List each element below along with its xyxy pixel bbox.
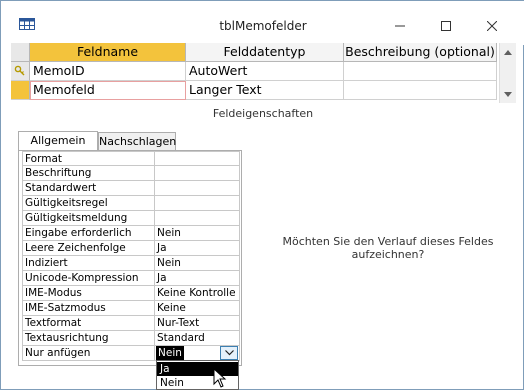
- maximize-button[interactable]: [423, 11, 469, 41]
- header-description[interactable]: Beschreibung (optional): [344, 43, 497, 62]
- append-only-select[interactable]: Nein: [156, 346, 239, 361]
- property-row[interactable]: Leere Zeichenfolge Ja: [22, 241, 240, 256]
- property-row[interactable]: IME-Satzmodus Keine: [22, 301, 240, 316]
- header-field-name[interactable]: Feldname: [30, 43, 186, 62]
- property-value[interactable]: [154, 166, 240, 181]
- property-row[interactable]: Textausrichtung Standard: [22, 331, 240, 346]
- field-grid: Feldname Felddatentyp Beschreibung (opti…: [11, 43, 516, 103]
- cell-description[interactable]: [344, 62, 497, 81]
- minimize-button[interactable]: [377, 11, 423, 41]
- property-value[interactable]: Nein: [154, 226, 240, 241]
- property-row[interactable]: Unicode-Kompression Ja: [22, 271, 240, 286]
- property-row[interactable]: Gültigkeitsregel: [22, 196, 240, 211]
- property-row[interactable]: Eingabe erforderlich Nein: [22, 226, 240, 241]
- property-value[interactable]: Keine Kontrolle: [154, 286, 240, 301]
- grid-scrollbar[interactable]: [499, 43, 516, 103]
- property-label: Gültigkeitsmeldung: [22, 211, 154, 226]
- tab-general[interactable]: Allgemein: [18, 131, 98, 151]
- property-value[interactable]: [154, 151, 240, 166]
- minimize-icon: [395, 25, 405, 27]
- property-row[interactable]: Textformat Nur-Text: [22, 316, 240, 331]
- property-row[interactable]: Indiziert Nein: [22, 256, 240, 271]
- property-label: IME-Modus: [22, 286, 154, 301]
- close-button[interactable]: [469, 11, 515, 41]
- row-selector-memofeld[interactable]: [11, 81, 30, 100]
- append-only-value[interactable]: Nein: [156, 346, 184, 360]
- scroll-down-icon[interactable]: [500, 87, 516, 101]
- row-selector-memoid[interactable]: [11, 62, 30, 81]
- property-label: Eingabe erforderlich: [22, 226, 154, 241]
- property-value[interactable]: Ja: [154, 271, 240, 286]
- property-row[interactable]: Standardwert: [22, 181, 240, 196]
- property-label: Textformat: [22, 316, 154, 331]
- dropdown-button[interactable]: [220, 346, 238, 360]
- property-value[interactable]: [154, 181, 240, 196]
- chevron-down-icon: [224, 350, 234, 356]
- property-label: Gültigkeitsregel: [22, 196, 154, 211]
- property-row[interactable]: IME-Modus Keine Kontrolle: [22, 286, 240, 301]
- property-label: Leere Zeichenfolge: [22, 241, 154, 256]
- cell-field-name[interactable]: Memofeld: [30, 81, 186, 100]
- property-label: Standardwert: [22, 181, 154, 196]
- mouse-pointer-icon: [213, 368, 227, 388]
- property-label: Beschriftung: [22, 166, 154, 181]
- property-help-text: Möchten Sie den Verlauf dieses Feldes au…: [282, 235, 494, 261]
- cell-field-type[interactable]: Langer Text: [186, 81, 344, 100]
- close-icon: [487, 21, 497, 31]
- property-value[interactable]: Nein: [154, 256, 240, 271]
- property-value[interactable]: [154, 196, 240, 211]
- tab-lookup[interactable]: Nachschlagen: [98, 132, 176, 151]
- property-value[interactable]: Keine: [154, 301, 240, 316]
- cell-field-type[interactable]: AutoWert: [186, 62, 344, 81]
- property-label: Nur anfügen: [22, 346, 154, 361]
- property-row[interactable]: Gültigkeitsmeldung: [22, 211, 240, 226]
- property-row[interactable]: Format: [22, 151, 240, 166]
- maximize-icon: [441, 21, 451, 31]
- property-label: Textausrichtung: [22, 331, 154, 346]
- cell-description[interactable]: [344, 81, 497, 100]
- property-label: IME-Satzmodus: [22, 301, 154, 316]
- property-label: Indiziert: [22, 256, 154, 271]
- field-properties-title: Feldeigenschaften: [212, 107, 314, 120]
- title-bar: tblMemofelder: [1, 1, 525, 45]
- header-field-type[interactable]: Felddatentyp: [186, 43, 344, 62]
- scroll-up-icon[interactable]: [500, 45, 516, 59]
- property-value[interactable]: Standard: [154, 331, 240, 346]
- table-design-window: tblMemofelder Feldname Felddatentyp Besc…: [0, 0, 525, 390]
- grid-corner[interactable]: [11, 43, 30, 62]
- property-value[interactable]: [154, 211, 240, 226]
- cell-field-name[interactable]: MemoID: [30, 62, 186, 81]
- primary-key-icon: [14, 65, 25, 76]
- property-label: Unicode-Kompression: [22, 271, 154, 286]
- property-row[interactable]: Beschriftung: [22, 166, 240, 181]
- property-label: Format: [22, 151, 154, 166]
- property-value[interactable]: Nur-Text: [154, 316, 240, 331]
- property-value[interactable]: Ja: [154, 241, 240, 256]
